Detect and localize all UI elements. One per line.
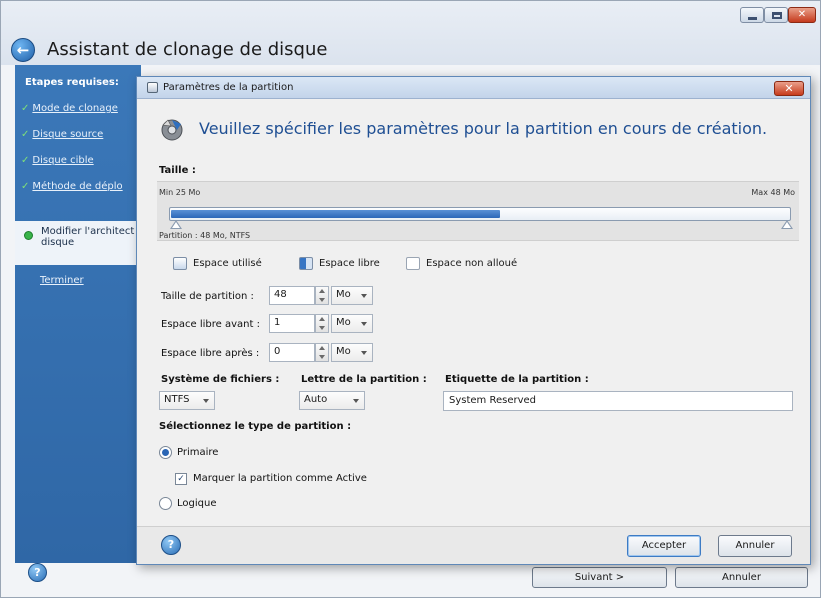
- partition-settings-icon: [161, 119, 183, 141]
- free-space-swatch: [299, 257, 313, 270]
- partition-dialog: Paramètres de la partition ✕ Veuillez sp…: [136, 76, 811, 565]
- free-before-stepper[interactable]: [315, 314, 329, 333]
- checkmark-icon: ✓: [21, 103, 30, 114]
- primary-label: Primaire: [177, 447, 219, 458]
- sidebar-item-current[interactable]: Modifier l'architect disque: [15, 221, 141, 265]
- slider-right-handle[interactable]: [781, 220, 793, 229]
- minimize-icon: [748, 17, 757, 20]
- drive-letter-value: Auto: [304, 394, 328, 405]
- unit-value: Mo: [336, 317, 351, 328]
- legend-unallocated-label: Espace non alloué: [426, 258, 518, 269]
- filesystem-select[interactable]: NTFS: [159, 391, 215, 410]
- sidebar-current-label: Modifier l'architect disque: [41, 226, 135, 248]
- accept-button[interactable]: Accepter: [627, 535, 701, 557]
- dialog-heading: Veuillez spécifier les paramètres pour l…: [199, 119, 768, 138]
- maximize-button[interactable]: [764, 7, 788, 23]
- dialog-titlebar: Paramètres de la partition ✕: [137, 77, 810, 99]
- sidebar-item-label: Disque cible: [32, 155, 94, 166]
- volume-label-input[interactable]: System Reserved: [443, 391, 793, 411]
- filesystem-value: NTFS: [164, 394, 190, 405]
- minimize-button[interactable]: [740, 7, 764, 23]
- help-icon[interactable]: ?: [28, 563, 47, 582]
- filesystem-label: Système de fichiers :: [161, 374, 280, 385]
- dialog-cancel-button[interactable]: Annuler: [718, 535, 792, 557]
- close-icon: ✕: [784, 82, 794, 95]
- logical-label: Logique: [177, 498, 217, 509]
- close-icon: ✕: [797, 9, 807, 20]
- legend-unallocated: Espace non alloué: [406, 257, 517, 270]
- partition-size-slider: Min 25 Mo Max 48 Mo Partition : 48 Mo, N…: [157, 181, 799, 241]
- partition-size-stepper[interactable]: [315, 286, 329, 305]
- sidebar-heading: Etapes requises:: [25, 77, 119, 88]
- back-arrow-icon[interactable]: ←: [11, 38, 35, 62]
- dialog-close-button[interactable]: ✕: [774, 81, 804, 96]
- legend-free-label: Espace libre: [319, 258, 380, 269]
- partition-size-unit-select[interactable]: Mo: [331, 286, 373, 305]
- slider-min-label: Min 25 Mo: [159, 188, 201, 197]
- legend-used-label: Espace utilisé: [193, 258, 262, 269]
- logical-radio[interactable]: [159, 497, 172, 510]
- mark-active-label: Marquer la partition comme Active: [193, 473, 367, 484]
- slider-max-label: Max 48 Mo: [751, 188, 795, 197]
- used-space-swatch: [173, 257, 187, 270]
- slider-fill: [171, 210, 500, 218]
- partition-type-label: Sélectionnez le type de partition :: [159, 421, 352, 432]
- chevron-down-icon: [361, 294, 367, 298]
- next-button[interactable]: Suivant >: [532, 567, 667, 588]
- chevron-down-icon: [361, 322, 367, 326]
- checkmark-icon: ✓: [21, 181, 30, 192]
- unit-value: Mo: [336, 289, 351, 300]
- slider-left-handle[interactable]: [170, 220, 182, 229]
- dialog-title: Paramètres de la partition: [163, 82, 294, 93]
- sidebar-item-move-method[interactable]: ✓ Méthode de déplo: [21, 181, 143, 192]
- sidebar-item-source-disk[interactable]: ✓ Disque source: [21, 129, 143, 140]
- unit-value: Mo: [336, 346, 351, 357]
- dialog-footer: ? Accepter Annuler: [137, 526, 810, 564]
- slider-track[interactable]: [169, 207, 791, 221]
- window-title: Assistant de clonage de disque: [47, 39, 328, 60]
- wizard-sidebar: Etapes requises: ✓ Mode de clonage ✓ Disqu…: [15, 65, 141, 563]
- sidebar-item-label: Mode de clonage: [32, 103, 118, 114]
- sidebar-item-clone-mode[interactable]: ✓ Mode de clonage: [21, 103, 143, 114]
- window-titlebar: ✕ ← Assistant de clonage de disque: [1, 1, 820, 65]
- sidebar-item-label: Méthode de déplo: [32, 181, 123, 192]
- free-after-label: Espace libre après :: [161, 348, 260, 359]
- chevron-down-icon: [361, 351, 367, 355]
- chevron-down-icon: [353, 399, 359, 403]
- current-step-icon: [24, 231, 33, 240]
- legend-free: Espace libre: [299, 257, 380, 270]
- free-before-input[interactable]: 1: [269, 314, 315, 333]
- free-before-label: Espace libre avant :: [161, 319, 260, 330]
- free-before-unit-select[interactable]: Mo: [331, 314, 373, 333]
- sidebar-item-label: Disque source: [32, 129, 104, 140]
- checkmark-icon: ✓: [21, 155, 30, 166]
- free-after-unit-select[interactable]: Mo: [331, 343, 373, 362]
- disk-icon: [147, 82, 158, 93]
- free-after-input[interactable]: 0: [269, 343, 315, 362]
- wizard-cancel-button[interactable]: Annuler: [675, 567, 808, 588]
- size-label: Taille :: [159, 165, 196, 176]
- primary-radio[interactable]: [159, 446, 172, 459]
- sidebar-item-target-disk[interactable]: ✓ Disque cible: [21, 155, 143, 166]
- volume-label-label: Etiquette de la partition :: [445, 374, 589, 385]
- partition-info: Partition : 48 Mo, NTFS: [159, 231, 251, 240]
- free-after-stepper[interactable]: [315, 343, 329, 362]
- checkmark-icon: ✓: [21, 129, 30, 140]
- chevron-down-icon: [203, 399, 209, 403]
- sidebar-item-finish[interactable]: Terminer: [40, 275, 84, 286]
- maximize-icon: [772, 12, 782, 19]
- drive-letter-label: Lettre de la partition :: [301, 374, 427, 385]
- partition-size-input[interactable]: 48: [269, 286, 315, 305]
- help-icon[interactable]: ?: [161, 535, 181, 555]
- window-close-button[interactable]: ✕: [788, 7, 816, 23]
- drive-letter-select[interactable]: Auto: [299, 391, 365, 410]
- partition-size-label: Taille de partition :: [161, 291, 254, 302]
- unallocated-space-swatch: [406, 257, 420, 270]
- legend-used: Espace utilisé: [173, 257, 262, 270]
- mark-active-checkbox[interactable]: ✓: [175, 473, 187, 485]
